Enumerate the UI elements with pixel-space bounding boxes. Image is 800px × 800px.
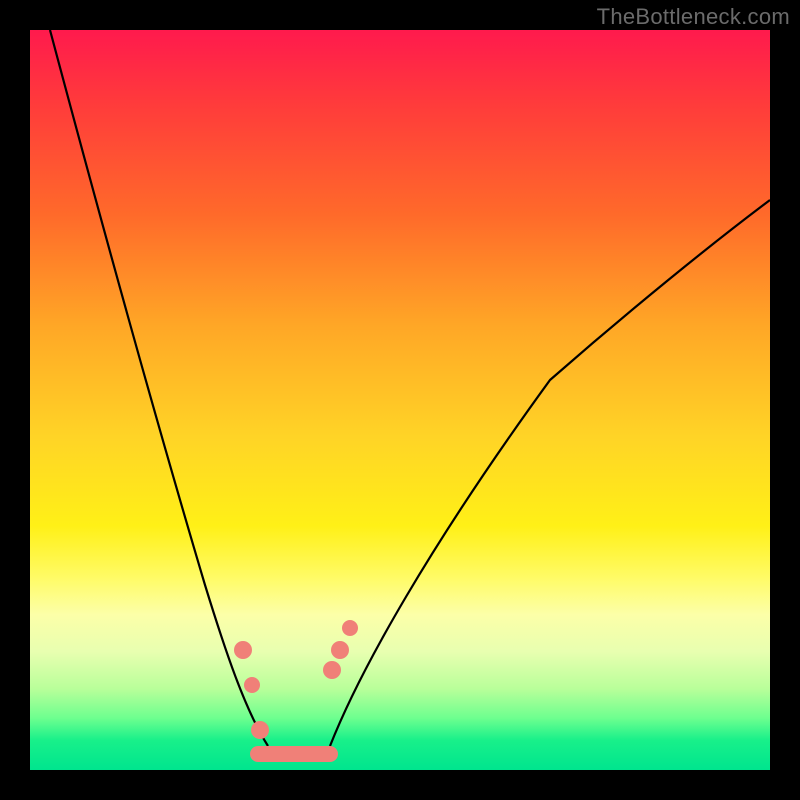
- marker-left-1: [234, 641, 252, 659]
- chart-svg: [30, 30, 770, 770]
- curve-left-branch: [50, 30, 268, 746]
- curve-right-branch: [330, 200, 770, 746]
- marker-left-3: [251, 721, 269, 739]
- chart-frame: TheBottleneck.com: [0, 0, 800, 800]
- plot-area: [30, 30, 770, 770]
- marker-right-1: [323, 661, 341, 679]
- watermark-text: TheBottleneck.com: [597, 4, 790, 30]
- marker-right-3: [342, 620, 358, 636]
- marker-right-2: [331, 641, 349, 659]
- marker-left-2: [244, 677, 260, 693]
